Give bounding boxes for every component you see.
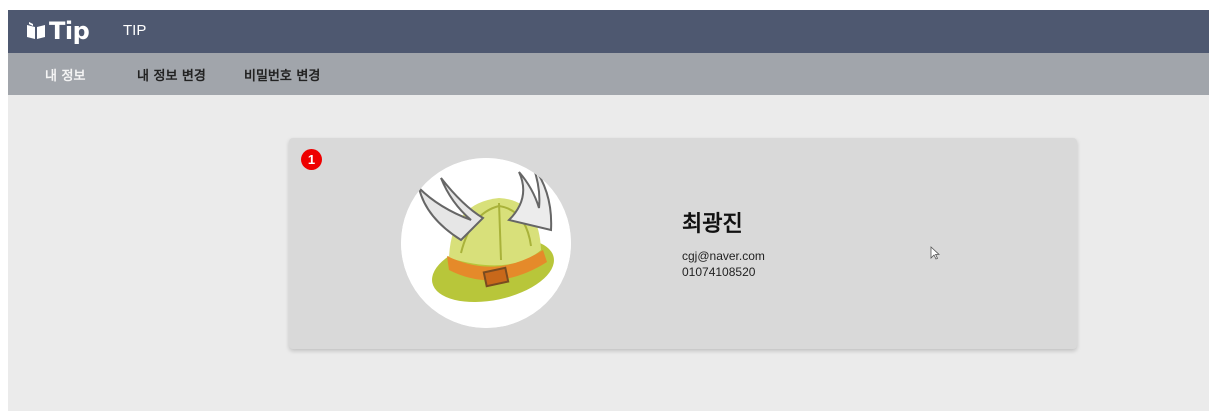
winged-helmet-icon <box>401 158 571 328</box>
logo-text: Tip <box>49 17 90 45</box>
avatar <box>401 158 571 328</box>
app-window: Tip TIP 내 정보 내 정보 변경 비밀번호 변경 1 최광진 cgj@n… <box>8 10 1209 411</box>
mouse-pointer-icon <box>930 246 940 260</box>
book-icon <box>27 22 45 39</box>
profile-email: cgj@naver.com <box>682 249 765 263</box>
tab-change-password[interactable]: 비밀번호 변경 <box>244 65 320 84</box>
tab-my-info[interactable]: 내 정보 <box>45 65 85 84</box>
profile-card: 1 최광진 cgj@naver.com 01074108520 <box>289 138 1077 349</box>
app-title: TIP <box>123 22 147 39</box>
profile-phone: 01074108520 <box>682 265 756 279</box>
step-badge: 1 <box>301 149 322 170</box>
profile-name: 최광진 <box>682 212 743 237</box>
sub-navigation: 내 정보 내 정보 변경 비밀번호 변경 <box>8 53 1209 95</box>
logo[interactable]: Tip <box>26 17 90 45</box>
tab-edit-info[interactable]: 내 정보 변경 <box>137 65 206 84</box>
top-header: Tip TIP <box>8 10 1209 53</box>
